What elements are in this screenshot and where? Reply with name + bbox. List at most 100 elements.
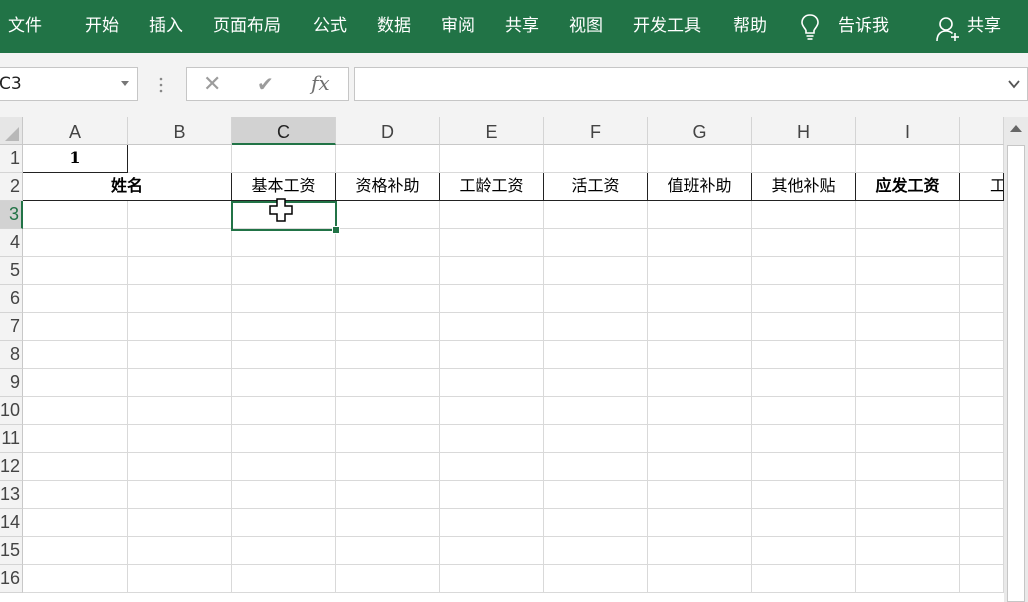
cell-c5[interactable] xyxy=(232,257,336,285)
cell-c14[interactable] xyxy=(232,509,336,537)
cell-b3[interactable] xyxy=(128,201,232,229)
cell-d6[interactable] xyxy=(336,285,440,313)
cell-a15[interactable] xyxy=(23,537,128,565)
cell-g10[interactable] xyxy=(648,397,752,425)
cell-f4[interactable] xyxy=(544,229,648,257)
cell-g3[interactable] xyxy=(648,201,752,229)
cell-j11[interactable] xyxy=(960,425,1004,453)
cell-e7[interactable] xyxy=(440,313,544,341)
cell-f13[interactable] xyxy=(544,481,648,509)
cell-h16[interactable] xyxy=(752,565,856,593)
cell-j8[interactable] xyxy=(960,341,1004,369)
cell-j13[interactable] xyxy=(960,481,1004,509)
cell-j7[interactable] xyxy=(960,313,1004,341)
cell-c1[interactable] xyxy=(232,145,336,173)
cell-e12[interactable] xyxy=(440,453,544,481)
cell-d1[interactable] xyxy=(336,145,440,173)
row-header-3[interactable]: 3 xyxy=(0,201,23,229)
cell-d5[interactable] xyxy=(336,257,440,285)
cell-i1[interactable] xyxy=(856,145,960,173)
cell-h6[interactable] xyxy=(752,285,856,313)
cell-d13[interactable] xyxy=(336,481,440,509)
tab-page-layout[interactable]: 页面布局 xyxy=(213,14,281,38)
cell-j15[interactable] xyxy=(960,537,1004,565)
cell-a13[interactable] xyxy=(23,481,128,509)
tab-view[interactable]: 视图 xyxy=(569,14,603,38)
cell-e2[interactable]: 工龄工资 xyxy=(440,173,544,201)
cell-b1[interactable] xyxy=(128,145,232,173)
tab-home[interactable]: 开始 xyxy=(85,14,119,38)
cell-h2[interactable]: 其他补贴 xyxy=(752,173,856,201)
cell-a9[interactable] xyxy=(23,369,128,397)
cell-e14[interactable] xyxy=(440,509,544,537)
cell-a7[interactable] xyxy=(23,313,128,341)
cell-g12[interactable] xyxy=(648,453,752,481)
cell-c6[interactable] xyxy=(232,285,336,313)
tab-insert[interactable]: 插入 xyxy=(149,14,183,38)
cell-c8[interactable] xyxy=(232,341,336,369)
cell-j12[interactable] xyxy=(960,453,1004,481)
cell-g7[interactable] xyxy=(648,313,752,341)
cell-f3[interactable] xyxy=(544,201,648,229)
tab-formulas[interactable]: 公式 xyxy=(313,14,347,38)
cell-h10[interactable] xyxy=(752,397,856,425)
row-header-11[interactable]: 11 xyxy=(0,425,23,453)
cell-a1[interactable]: 1 xyxy=(23,145,128,173)
cell-i3[interactable] xyxy=(856,201,960,229)
cell-a3[interactable] xyxy=(23,201,128,229)
cell-g14[interactable] xyxy=(648,509,752,537)
tab-data[interactable]: 数据 xyxy=(377,14,411,38)
row-header-10[interactable]: 10 xyxy=(0,397,23,425)
tab-share[interactable]: 共享 xyxy=(505,14,539,38)
cell-e4[interactable] xyxy=(440,229,544,257)
cell-f7[interactable] xyxy=(544,313,648,341)
formula-input[interactable] xyxy=(354,67,1028,101)
cell-e6[interactable] xyxy=(440,285,544,313)
cell-g11[interactable] xyxy=(648,425,752,453)
cell-h3[interactable] xyxy=(752,201,856,229)
cell-a10[interactable] xyxy=(23,397,128,425)
column-header-c[interactable]: C xyxy=(232,117,336,145)
cell-f5[interactable] xyxy=(544,257,648,285)
cell-h9[interactable] xyxy=(752,369,856,397)
cell-f10[interactable] xyxy=(544,397,648,425)
row-header-7[interactable]: 7 xyxy=(0,313,23,341)
cell-e16[interactable] xyxy=(440,565,544,593)
cell-h13[interactable] xyxy=(752,481,856,509)
cell-f9[interactable] xyxy=(544,369,648,397)
cell-b5[interactable] xyxy=(128,257,232,285)
cell-g2[interactable]: 值班补助 xyxy=(648,173,752,201)
column-header-g[interactable]: G xyxy=(648,117,752,145)
cell-f1[interactable] xyxy=(544,145,648,173)
cell-h15[interactable] xyxy=(752,537,856,565)
cell-d2[interactable]: 资格补助 xyxy=(336,173,440,201)
cell-i10[interactable] xyxy=(856,397,960,425)
cell-f16[interactable] xyxy=(544,565,648,593)
cell-j4[interactable] xyxy=(960,229,1004,257)
row-header-2[interactable]: 2 xyxy=(0,173,23,201)
cell-g15[interactable] xyxy=(648,537,752,565)
tell-me-search[interactable]: 告诉我 xyxy=(838,14,889,38)
cell-h11[interactable] xyxy=(752,425,856,453)
tab-file[interactable]: 文件 xyxy=(8,14,42,38)
cell-c4[interactable] xyxy=(232,229,336,257)
cell-a16[interactable] xyxy=(23,565,128,593)
row-header-14[interactable]: 14 xyxy=(0,509,23,537)
cell-h4[interactable] xyxy=(752,229,856,257)
cell-g16[interactable] xyxy=(648,565,752,593)
cell-b13[interactable] xyxy=(128,481,232,509)
cell-e1[interactable] xyxy=(440,145,544,173)
cell-h8[interactable] xyxy=(752,341,856,369)
cell-d14[interactable] xyxy=(336,509,440,537)
cell-b11[interactable] xyxy=(128,425,232,453)
cell-i13[interactable] xyxy=(856,481,960,509)
cell-d15[interactable] xyxy=(336,537,440,565)
cell-d8[interactable] xyxy=(336,341,440,369)
row-header-9[interactable]: 9 xyxy=(0,369,23,397)
cell-d7[interactable] xyxy=(336,313,440,341)
column-header-h[interactable]: H xyxy=(752,117,856,145)
cell-g9[interactable] xyxy=(648,369,752,397)
cell-c13[interactable] xyxy=(232,481,336,509)
cell-d10[interactable] xyxy=(336,397,440,425)
cell-a12[interactable] xyxy=(23,453,128,481)
